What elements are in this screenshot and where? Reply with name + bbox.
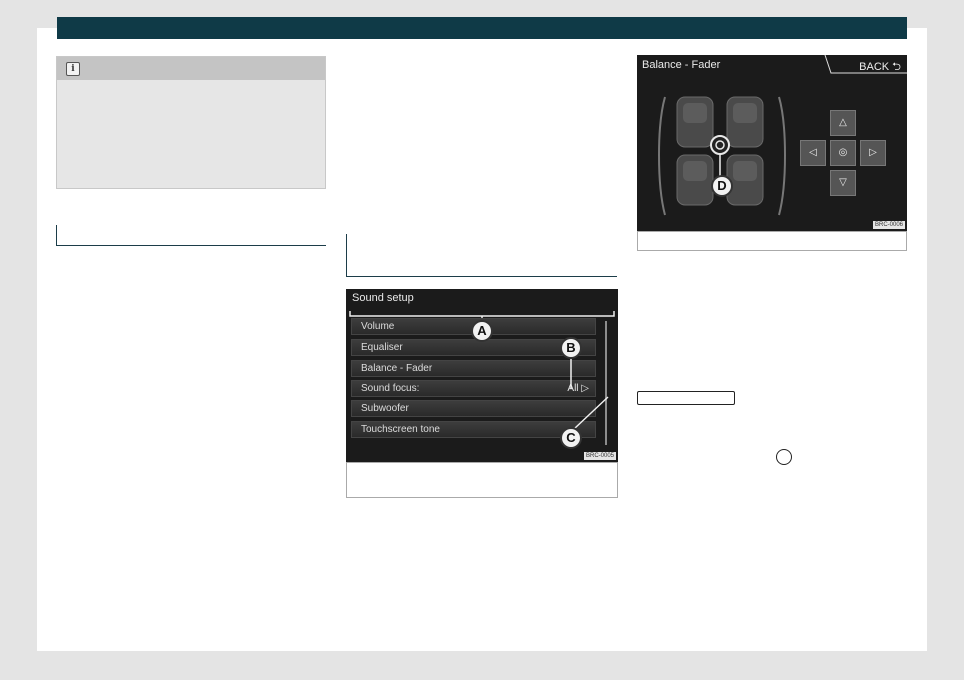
dpad-left-button[interactable]: ◁	[800, 140, 826, 166]
label-box	[637, 391, 735, 405]
callout-c: C	[560, 427, 582, 449]
callout-d: D	[711, 175, 733, 197]
screen-title: Balance - Fader	[642, 59, 721, 71]
callout-b: B	[560, 337, 582, 359]
dpad-down-button[interactable]: ▽	[830, 170, 856, 196]
figure-caption-2	[637, 231, 907, 251]
section-heading-middle	[346, 234, 617, 277]
note-box: i	[56, 56, 326, 189]
balance-fader-screen: Balance - Fader BACK ⮌ D △ ◁ ◎ ▷ ▽ BRC-0…	[637, 55, 907, 231]
back-button[interactable]: BACK ⮌	[859, 58, 901, 77]
dpad-up-button[interactable]: △	[830, 110, 856, 136]
note-header: i	[57, 57, 325, 80]
header-bar	[57, 17, 907, 39]
section-heading-left	[56, 225, 326, 246]
car-seats-icon	[658, 96, 786, 216]
sound-setup-screen: Sound setup Volume Equaliser Balance - F…	[346, 289, 618, 462]
figure-caption-1	[346, 462, 618, 498]
dpad-center-button[interactable]: ◎	[830, 140, 856, 166]
info-icon: i	[66, 62, 80, 76]
callout-a: A	[471, 320, 493, 342]
dpad-right-button[interactable]: ▷	[860, 140, 886, 166]
inline-circle-marker	[776, 449, 792, 465]
figure-code: BRC-0006	[872, 221, 905, 229]
figure-code: BRC-0005	[583, 452, 616, 460]
